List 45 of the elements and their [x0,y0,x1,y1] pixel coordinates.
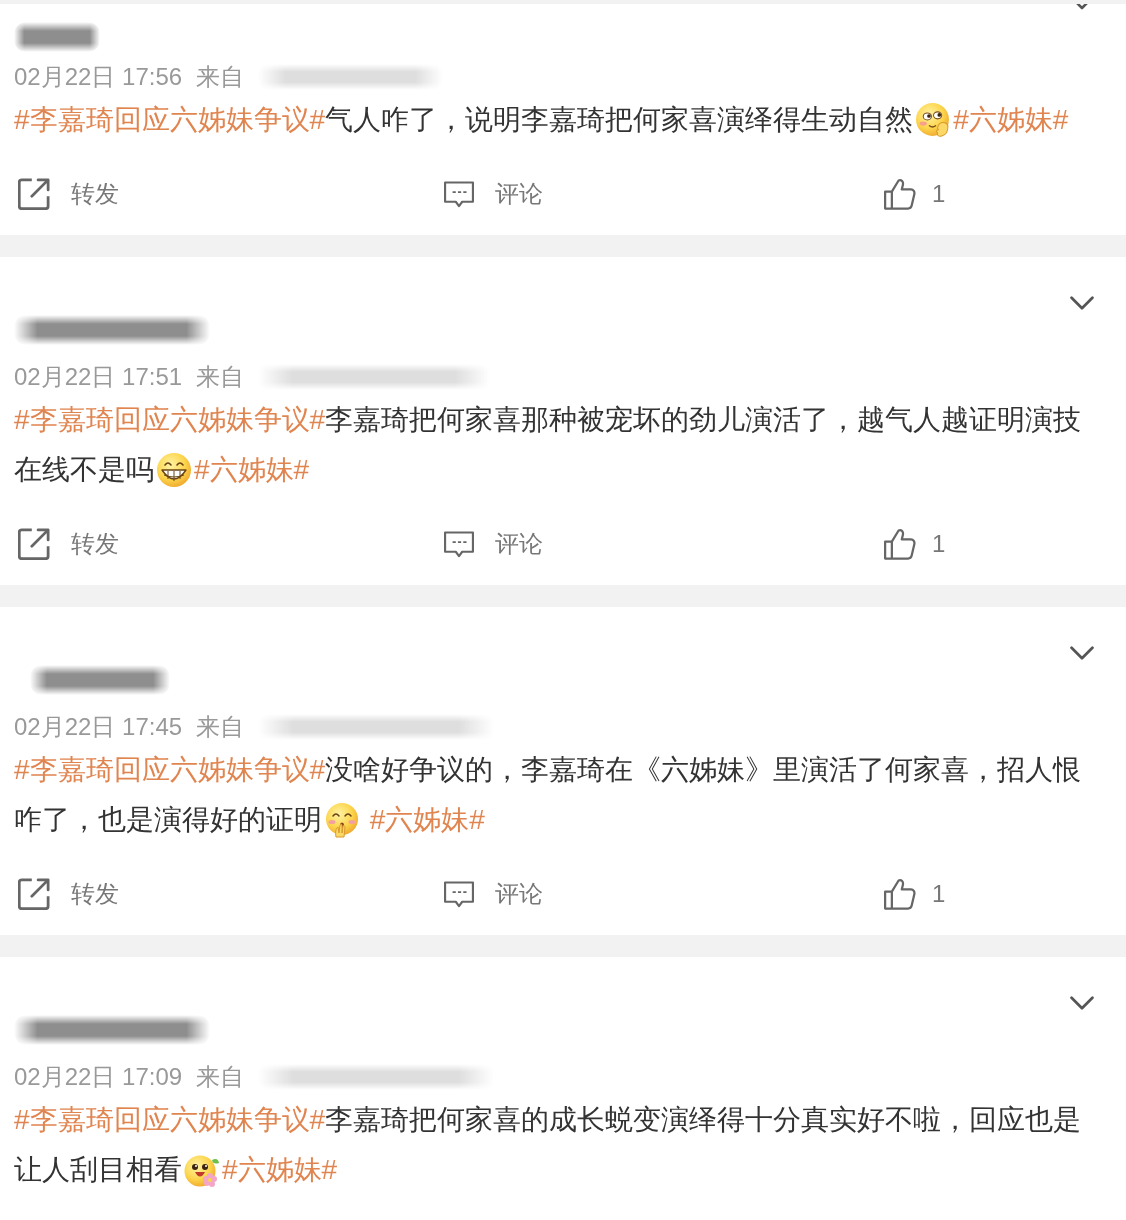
chevron-down-icon[interactable] [1070,646,1094,660]
comment-button[interactable]: 评论 [444,178,543,210]
hashtag-link[interactable]: #李嘉琦回应六姊妹争议# [14,1104,326,1135]
post-time: 02月22日 17:09 [14,1062,183,1092]
repost-button[interactable]: 转发 [18,878,119,910]
chevron-down-icon[interactable] [1070,996,1094,1010]
thumbs-up-icon [884,878,916,910]
post-time: 02月22日 17:45 [14,712,183,742]
source-label: 来自 [196,362,245,392]
thumbs-up-icon [884,178,916,210]
share-icon [18,528,50,560]
chevron-down-icon[interactable] [1070,296,1094,310]
hashtag-link[interactable]: #李嘉琦回应六姊妹争议# [14,754,326,785]
face-covering-mouth-icon [324,801,360,838]
post-time: 02月22日 17:56 [14,62,183,92]
comment-button[interactable]: 评论 [444,878,543,910]
like-button[interactable]: 1 [884,528,946,560]
grinning-face-icon [156,451,192,488]
share-icon [18,878,50,910]
post-text: #李嘉琦回应六姊妹争议#李嘉琦把何家喜那种被宠坏的劲儿演活了，越气人越证明演技在线不是吗 #六姊妹# [14,395,1096,495]
post-time: 02月22日 17:51 [14,362,183,392]
comment-icon [444,180,474,208]
like-button[interactable]: 1 [884,178,946,210]
comment-icon [444,530,474,558]
post-text: #李嘉琦回应六姊妹争议#没啥好争议的，李嘉琦在《六姊妹》里演活了何家喜，招人恨咋了，也是演得好的证明 #六姊妹# [14,745,1096,845]
repost-button[interactable]: 转发 [18,178,119,210]
comment-button[interactable]: 评论 [444,528,543,560]
hashtag-link[interactable]: #六姊妹# [194,454,310,485]
post-text: #李嘉琦回应六姊妹争议#气人咋了，说明李嘉琦把何家喜演绎得生动自然 #六姊妹# [14,95,1096,145]
like-button[interactable]: 1 [884,878,946,910]
hashtag-link[interactable]: #李嘉琦回应六姊妹争议# [14,404,326,435]
chevron-down-icon[interactable] [1075,4,1089,11]
post-text: #李嘉琦回应六姊妹争议#李嘉琦把何家喜的成长蜕变演绎得十分真实好不啦，回应也是让人刮目相看 #六姊妹# [14,1095,1096,1195]
source-label: 来自 [196,1062,245,1092]
comment-icon [444,880,474,908]
hashtag-link[interactable]: #六姊妹# [953,104,1069,135]
share-icon [18,178,50,210]
hashtag-link[interactable]: #六姊妹# [362,804,485,835]
source-label: 来自 [196,712,245,742]
source-label: 来自 [196,62,245,92]
thumbs-up-icon [884,528,916,560]
hashtag-link[interactable]: #李嘉琦回应六姊妹争议# [14,104,326,135]
repost-button[interactable]: 转发 [18,528,119,560]
blushing-face-icon [915,101,952,138]
hashtag-link[interactable]: #六姊妹# [222,1154,338,1185]
